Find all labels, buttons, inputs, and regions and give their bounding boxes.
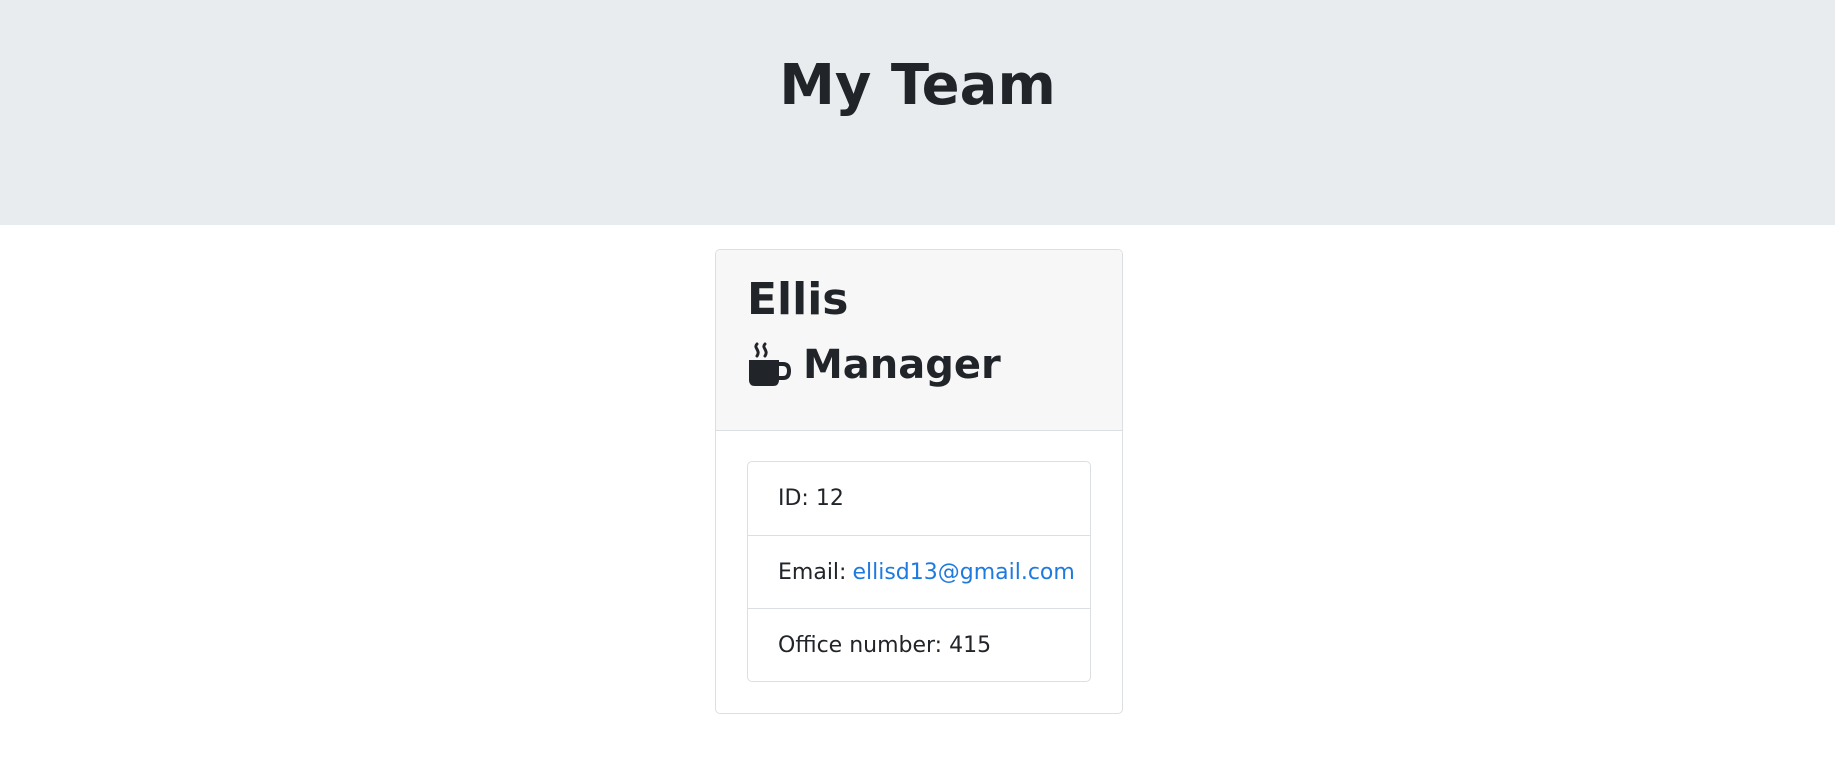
card-body: ID: 12 Email: ellisd13@gmail.com Office n… [716, 431, 1122, 682]
page-title: My Team [779, 53, 1056, 118]
card-header: Ellis Manager [716, 250, 1122, 431]
role-label: Manager [803, 342, 1001, 388]
employee-role: Manager [747, 340, 1091, 390]
details-list: ID: 12 Email: ellisd13@gmail.com Office n… [747, 461, 1091, 682]
list-item-email: Email: ellisd13@gmail.com [748, 535, 1090, 608]
employee-name: Ellis [747, 274, 849, 325]
page-header: My Team [0, 0, 1835, 225]
list-item-office: Office number: 415 [748, 608, 1090, 681]
employee-card: Ellis Manager ID: 12 Email: ellisd13@gma… [715, 249, 1123, 714]
email-link[interactable]: ellisd13@gmail.com [852, 560, 1074, 585]
email-label: Email: [778, 559, 847, 585]
coffee-mug-icon [747, 342, 792, 388]
list-item-id: ID: 12 [748, 462, 1090, 535]
id-label: ID: [778, 486, 809, 511]
office-value: 415 [949, 632, 992, 658]
id-value: 12 [815, 486, 844, 511]
office-label: Office number: [778, 632, 943, 658]
